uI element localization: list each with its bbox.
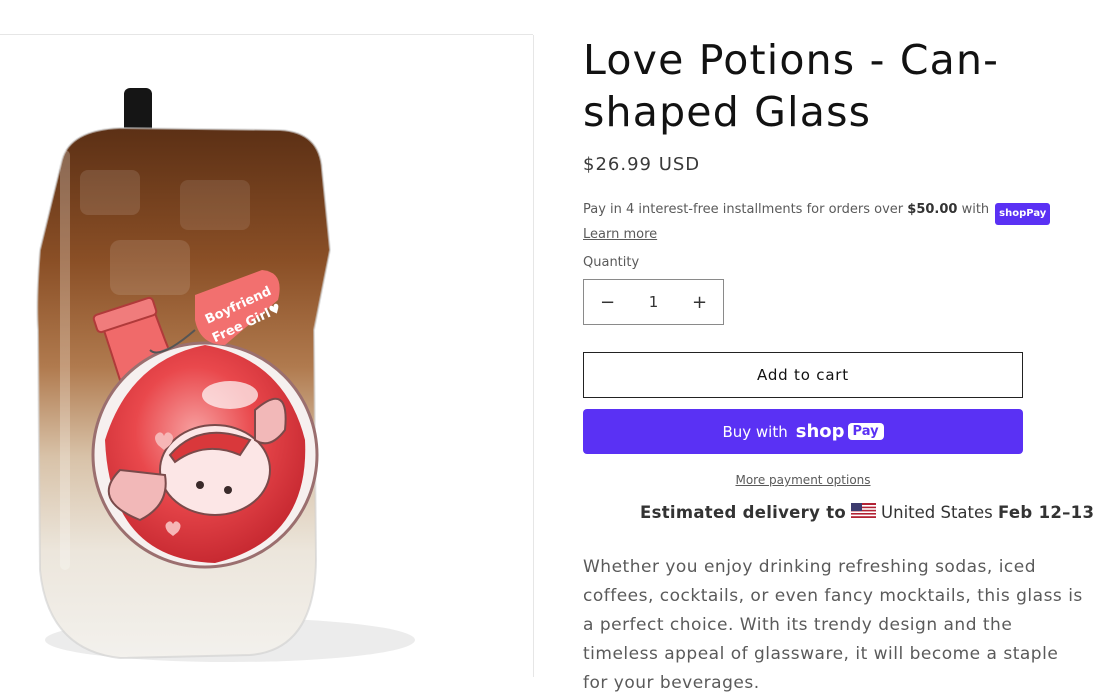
product-title: Love Potions - Can-shaped Glass xyxy=(583,36,1000,136)
learn-more-link[interactable]: Learn more xyxy=(583,227,657,242)
delivery-country: United States xyxy=(881,503,993,522)
delivery-prefix: Estimated delivery to xyxy=(640,503,847,522)
product-price: $26.99 USD xyxy=(583,154,701,175)
estimated-delivery: Estimated delivery to United States Feb … xyxy=(640,503,1094,522)
increase-quantity-button[interactable]: + xyxy=(676,280,723,324)
shop-logo-text: shop xyxy=(795,421,845,442)
more-payment-options-link[interactable]: More payment options xyxy=(583,473,1023,487)
installments-threshold: $50.00 xyxy=(907,202,958,217)
delivery-dates: Feb 12–13 xyxy=(998,503,1095,522)
buy-with-shop-pay-button[interactable]: Buy with shop Pay xyxy=(583,409,1023,454)
product-image[interactable]: Boyfriend Free Girl♥ xyxy=(0,35,534,677)
decrease-quantity-button[interactable]: − xyxy=(584,280,631,324)
installments-banner: Pay in 4 interest-free installments for … xyxy=(583,200,1083,245)
glass-illustration: Boyfriend Free Girl♥ xyxy=(36,88,415,662)
quantity-stepper: − 1 + xyxy=(583,279,724,325)
us-flag-icon xyxy=(851,503,877,522)
buy-with-label: Buy with xyxy=(722,422,788,441)
quantity-label: Quantity xyxy=(583,255,640,270)
shop-pay-logo: shopPay xyxy=(995,203,1051,225)
product-description: Whether you enjoy drinking refreshing so… xyxy=(583,557,1083,693)
installments-with: with xyxy=(957,202,990,217)
pay-logo-badge: Pay xyxy=(847,423,884,440)
quantity-input[interactable]: 1 xyxy=(631,293,676,311)
installments-text: Pay in 4 interest-free installments for … xyxy=(583,202,908,217)
add-to-cart-button[interactable]: Add to cart xyxy=(583,352,1023,398)
